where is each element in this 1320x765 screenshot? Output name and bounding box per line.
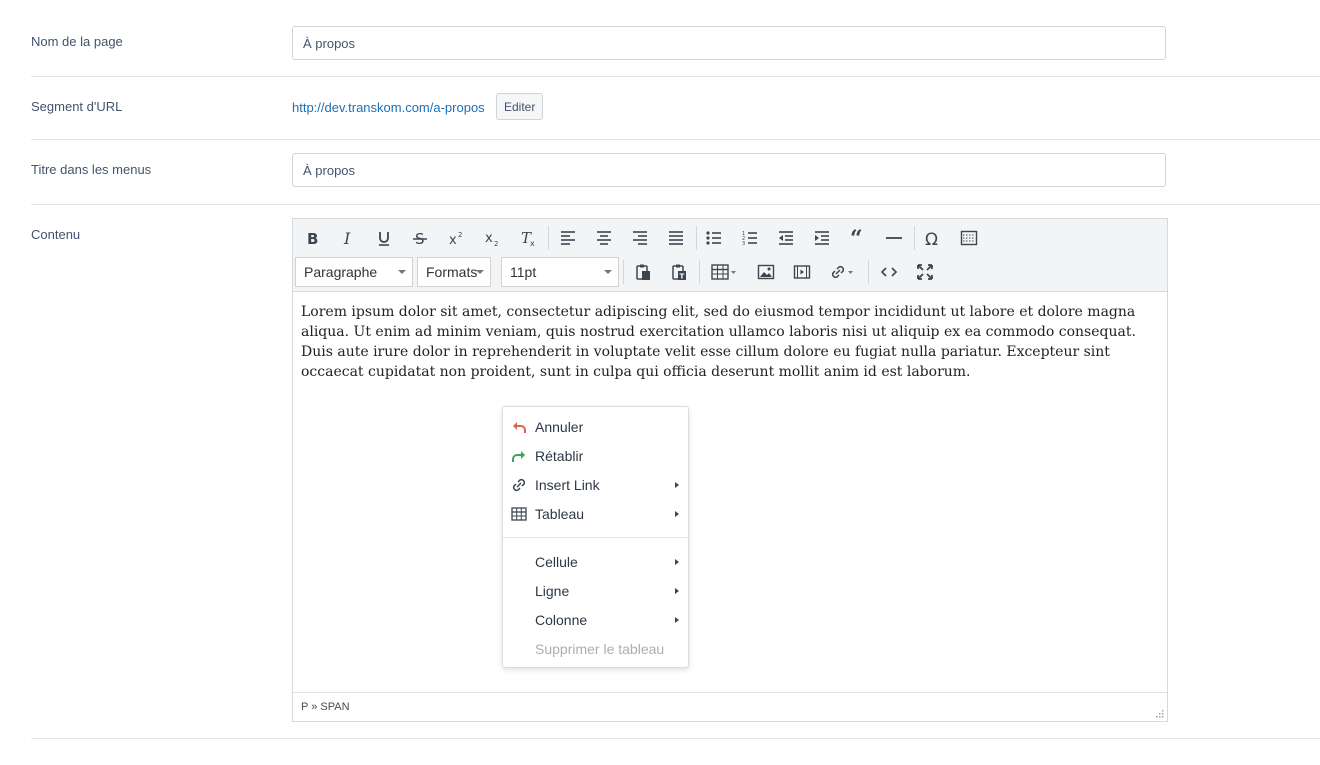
menu-item-insert-link-label: Insert Link [535,477,600,493]
align-right-icon[interactable] [627,225,653,251]
svg-text:I: I [343,229,351,247]
numbered-list-icon[interactable]: 123 [737,225,763,251]
url-segment-row: Segment d'URL http://dev.transkom.com/a-… [31,77,1320,140]
italic-icon[interactable]: I [335,225,361,251]
clear-formatting-icon[interactable]: Tx [515,225,541,251]
page-name-label: Nom de la page [31,34,123,49]
subscript-icon[interactable]: x2 [479,225,505,251]
menu-item-delete-table: Supprimer le tableau [503,636,688,662]
url-segment-label: Segment d'URL [31,99,123,114]
editor-paragraph[interactable]: Lorem ipsum dolor sit amet, consectetur … [301,302,1159,382]
table-icon[interactable] [707,259,741,285]
horizontal-rule-icon[interactable] [881,225,907,251]
toolbar-separator [699,260,700,284]
chevron-right-icon [675,482,679,488]
toolbar-separator [623,260,624,284]
formats-select[interactable]: Formats [417,257,491,287]
chevron-right-icon [675,588,679,594]
paste-as-text-icon[interactable]: T [666,259,692,285]
menu-item-delete-table-label: Supprimer le tableau [535,641,665,657]
paste-icon[interactable] [630,259,656,285]
source-code-icon[interactable] [876,259,902,285]
editor-statusbar: P » SPAN [293,692,1167,721]
svg-text:x: x [449,233,457,247]
table-icon [511,507,527,521]
superscript-icon[interactable]: x2 [443,225,469,251]
chevron-down-icon [604,270,612,274]
chevron-right-icon [675,617,679,623]
menu-item-undo[interactable]: Annuler [503,414,688,440]
menu-item-insert-link[interactable]: Insert Link [503,472,688,498]
align-center-icon[interactable] [591,225,617,251]
menu-item-undo-label: Annuler [535,419,584,435]
outdent-icon[interactable] [773,225,799,251]
media-icon[interactable] [789,259,815,285]
menu-separator [503,537,688,538]
toolbar-separator [696,226,697,250]
block-format-select[interactable]: Paragraphe [295,257,413,287]
chevron-down-icon [398,270,406,274]
fullscreen-icon[interactable] [912,259,938,285]
bold-icon[interactable]: B [299,225,325,251]
menu-item-column[interactable]: Colonne [503,607,688,633]
element-path[interactable]: P » SPAN [301,701,350,713]
blockquote-icon[interactable]: “ [845,225,871,251]
svg-text:“: “ [850,229,863,247]
menu-item-cell-label: Cellule [535,554,578,570]
font-size-value: 11pt [510,264,537,280]
url-segment-link[interactable]: http://dev.transkom.com/a-propos [292,100,485,115]
align-justify-icon[interactable] [663,225,689,251]
menu-item-redo[interactable]: Rétablir [503,443,688,469]
underline-icon[interactable] [371,225,397,251]
context-menu: Annuler Rétablir Insert Link Tableau Cel… [502,406,689,668]
font-size-select[interactable]: 11pt [501,257,619,287]
rich-text-editor: B I S x2 x2 Tx [292,218,1168,722]
menu-title-input[interactable] [292,153,1166,187]
undo-icon [513,422,526,433]
link-icon[interactable] [825,259,859,285]
link-icon [512,478,526,492]
page-name-row: Nom de la page [31,0,1320,77]
formats-value: Formats [426,264,478,280]
image-icon[interactable] [753,259,779,285]
special-character-icon[interactable]: Ω [920,225,946,251]
chevron-right-icon [675,559,679,565]
menu-item-row[interactable]: Ligne [503,578,688,604]
svg-text:2: 2 [494,240,498,247]
visual-blocks-icon[interactable] [956,225,982,251]
strikethrough-icon[interactable]: S [407,225,433,251]
svg-text:Ω: Ω [925,230,938,247]
indent-icon[interactable] [809,225,835,251]
svg-text:3: 3 [742,241,745,247]
chevron-down-icon [476,270,484,274]
svg-text:B: B [307,230,318,247]
toolbar-separator [868,260,869,284]
toolbar-separator [914,226,915,250]
menu-item-table[interactable]: Tableau [503,501,688,527]
menu-item-table-label: Tableau [535,506,585,522]
menu-item-row-label: Ligne [535,583,570,599]
content-label: Contenu [31,227,81,242]
menu-item-redo-label: Rétablir [535,448,584,464]
editor-toolbar: B I S x2 x2 Tx [293,219,1167,292]
toolbar-separator [548,226,549,250]
menu-title-label: Titre dans les menus [31,162,152,177]
svg-text:x: x [485,231,493,246]
menu-item-column-label: Colonne [535,612,588,628]
block-format-value: Paragraphe [304,264,378,280]
page-name-input[interactable] [292,26,1166,60]
svg-text:x: x [530,239,535,247]
menu-item-cell[interactable]: Cellule [503,549,688,575]
resize-handle-icon[interactable] [1155,709,1164,718]
svg-text:2: 2 [458,231,462,239]
chevron-right-icon [675,511,679,517]
align-left-icon[interactable] [555,225,581,251]
redo-icon [512,451,525,462]
edit-url-button[interactable]: Editer [496,93,544,120]
bullet-list-icon[interactable] [701,225,727,251]
menu-title-row: Titre dans les menus [31,140,1320,205]
editor-content[interactable]: Lorem ipsum dolor sit amet, consectetur … [301,302,1159,382]
svg-text:T: T [680,273,685,281]
